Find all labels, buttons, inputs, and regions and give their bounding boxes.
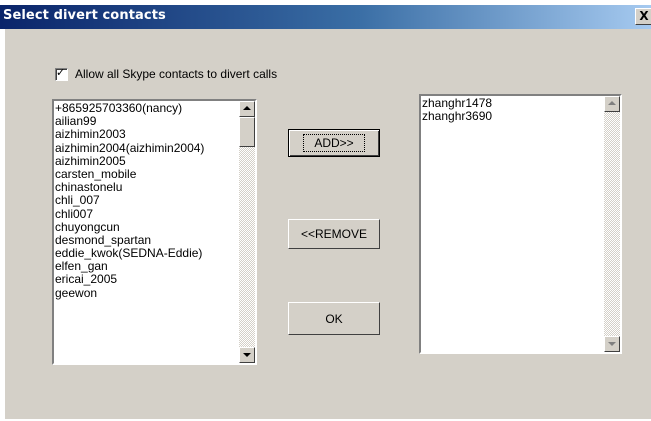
allow-all-row[interactable]: ✓ Allow all Skype contacts to divert cal… xyxy=(55,66,277,82)
arrow-up-icon xyxy=(243,106,251,110)
all-contacts-list[interactable]: +865925703360(nancy) ailian99 aizhimin2003… xyxy=(52,99,257,365)
list-item[interactable]: zhanghr3690 xyxy=(422,109,492,123)
list-item[interactable]: aizhimin2005 xyxy=(55,154,204,168)
scroll-down-button[interactable] xyxy=(239,347,255,363)
dialog-window: Select divert contacts X ✓ Allow all Sky… xyxy=(0,0,651,421)
arrow-down-icon xyxy=(608,342,616,346)
window-title: Select divert contacts xyxy=(3,8,166,23)
divert-contacts-list[interactable]: zhanghr1478 zhanghr3690 xyxy=(419,94,622,354)
list-item[interactable]: ericai_2005 xyxy=(55,273,204,286)
dialog-body: ✓ Allow all Skype contacts to divert cal… xyxy=(5,29,651,419)
allow-all-label[interactable]: Allow all Skype contacts to divert calls xyxy=(75,67,277,81)
check-mark-icon: ✓ xyxy=(56,65,66,79)
list-item[interactable]: chli_007 xyxy=(55,194,204,207)
remove-button[interactable]: <<REMOVE xyxy=(288,219,380,249)
close-icon: X xyxy=(639,9,649,23)
scroll-up-button[interactable] xyxy=(239,101,255,117)
divert-contacts-scrollbar[interactable] xyxy=(604,96,620,352)
title-bar[interactable]: Select divert contacts X xyxy=(0,5,651,29)
list-item[interactable]: geewon xyxy=(55,286,204,300)
scroll-thumb[interactable] xyxy=(239,117,255,147)
add-button[interactable]: ADD>> xyxy=(288,129,380,157)
remove-button-label: <<REMOVE xyxy=(300,227,368,241)
close-button[interactable]: X xyxy=(635,8,651,25)
all-contacts-scrollbar[interactable] xyxy=(239,101,255,363)
ok-button[interactable]: OK xyxy=(288,302,380,335)
arrow-down-icon xyxy=(243,353,251,357)
list-item[interactable]: aizhimin2004(aizhimin2004) xyxy=(55,141,204,155)
allow-all-checkbox[interactable]: ✓ xyxy=(55,65,68,81)
list-item[interactable]: aizhimin2003 xyxy=(55,128,204,141)
scroll-up-button[interactable] xyxy=(604,96,620,112)
list-item[interactable]: chuyongcun xyxy=(55,220,204,234)
arrow-up-icon xyxy=(608,101,616,105)
divert-contacts-items: zhanghr1478 zhanghr3690 xyxy=(422,96,492,123)
all-contacts-items: +865925703360(nancy) ailian99 aizhimin2003… xyxy=(55,101,204,300)
ok-button-label: OK xyxy=(325,311,343,326)
list-item[interactable]: chli007 xyxy=(55,207,204,221)
scroll-down-button[interactable] xyxy=(604,336,620,352)
add-button-label: ADD>> xyxy=(303,134,365,152)
